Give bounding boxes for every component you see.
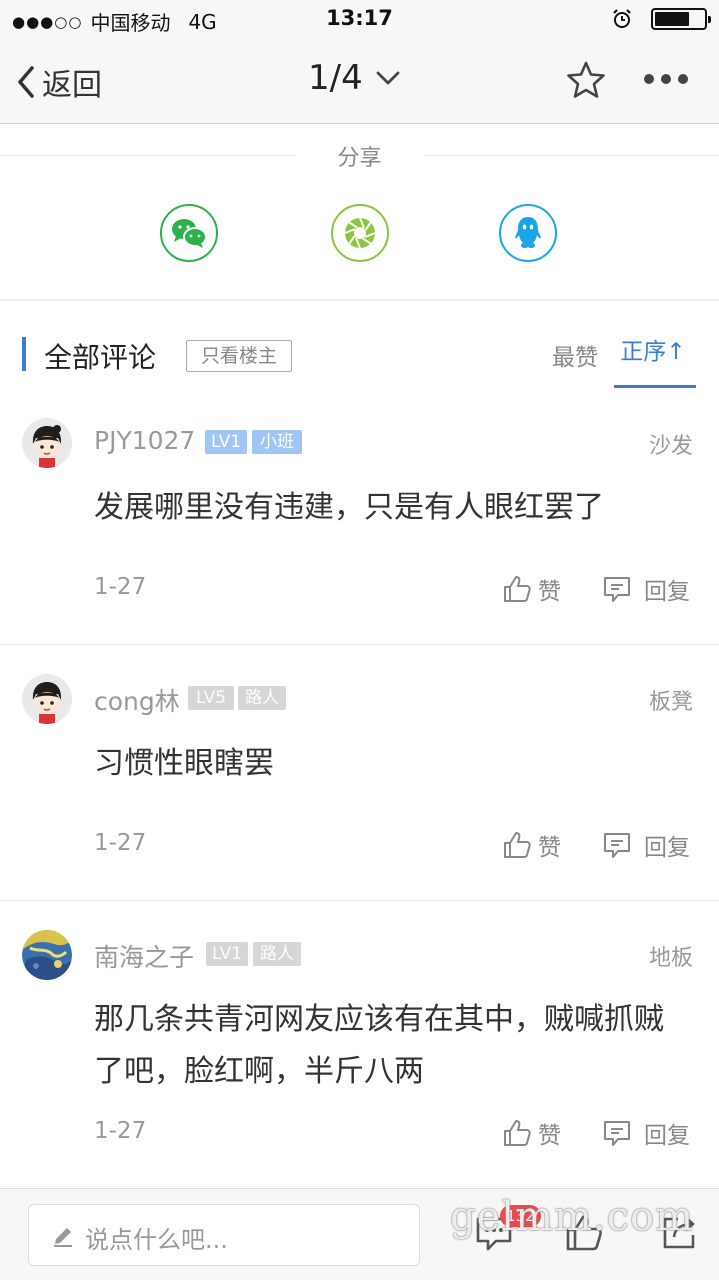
comment-bubble-icon — [604, 577, 630, 602]
battery-icon — [651, 8, 711, 30]
like-label: 赞 — [538, 1123, 561, 1149]
floor-label: 板凳 — [648, 690, 693, 715]
wechat-icon — [172, 219, 207, 248]
status-right — [611, 8, 711, 30]
rank-badge: 小班 — [252, 430, 302, 454]
floor-label: 沙发 — [648, 434, 693, 459]
watermark: gelmm.com — [450, 1194, 695, 1240]
rank-badge: 路人 — [253, 942, 301, 966]
like-button[interactable]: 赞 — [502, 572, 561, 606]
back-label: 返回 — [42, 68, 102, 103]
qq-icon — [515, 217, 541, 248]
reply-label: 回复 — [644, 579, 690, 605]
comment-text: 发展哪里没有违建，只是有人眼红罢了 — [94, 490, 604, 525]
chevron-down-icon — [376, 71, 400, 85]
like-label: 赞 — [538, 835, 561, 861]
reply-label: 回复 — [644, 835, 690, 861]
comment-date: 1-27 — [94, 1118, 147, 1144]
comments-title: 全部评论 — [44, 341, 157, 374]
section-accent-bar — [22, 337, 26, 371]
comment-date: 1-27 — [94, 574, 147, 600]
comment-username[interactable]: 南海之子 — [94, 938, 194, 974]
avatar-image — [22, 418, 72, 468]
comment-bubble-icon — [604, 1121, 630, 1146]
level-badge: LV1 — [206, 942, 248, 966]
share-title: 分享 — [337, 146, 382, 171]
avatar[interactable] — [22, 930, 72, 980]
avatar-image — [22, 674, 72, 724]
reply-label: 回复 — [644, 1123, 690, 1149]
reply-button[interactable]: 回复 — [602, 828, 690, 862]
like-button[interactable]: 赞 — [502, 828, 561, 862]
comment-input[interactable]: 说点什么吧... — [28, 1204, 420, 1266]
reply-button[interactable]: 回复 — [602, 572, 690, 606]
comment-bubble-icon — [604, 833, 630, 858]
share-qq-button[interactable] — [499, 204, 557, 262]
nav-bar: 返回 1/4 — [0, 40, 719, 124]
comment-username[interactable]: PJY1027 — [94, 426, 195, 455]
divider — [0, 900, 719, 901]
back-button[interactable]: 返回 — [14, 60, 102, 104]
chevron-left-icon — [18, 66, 34, 98]
divider — [424, 155, 719, 156]
like-button[interactable]: 赞 — [502, 1116, 561, 1150]
rank-badge: 路人 — [238, 686, 286, 710]
alarm-icon — [613, 9, 631, 28]
moments-icon — [344, 217, 376, 249]
comment-text: 那几条共青河网友应该有在其中，贼喊抓贼了吧，脸红啊，半斤八两 — [94, 1002, 664, 1089]
pencil-icon — [54, 1228, 72, 1247]
op-only-button[interactable]: 只看楼主 — [186, 340, 292, 372]
avatar-image — [22, 930, 72, 980]
comment-text: 习惯性眼瞎罢 — [94, 746, 274, 781]
share-wechat-button[interactable] — [160, 204, 218, 262]
status-bar: ●●●○○ 中国移动 4G 13:17 — [0, 0, 719, 40]
more-icon[interactable] — [643, 72, 689, 86]
sort-order-tab[interactable]: 正序↑ — [614, 336, 696, 388]
comment-username[interactable]: cong林 — [94, 682, 180, 718]
avatar[interactable] — [22, 674, 72, 724]
comment-input-placeholder: 说点什么吧... — [85, 1226, 228, 1254]
thumbs-up-icon — [504, 1120, 531, 1146]
section-divider — [0, 299, 719, 301]
page-indicator-label: 1/4 — [308, 58, 363, 98]
reply-button[interactable]: 回复 — [602, 1116, 690, 1150]
sort-hot-tab[interactable]: 最赞 — [552, 338, 598, 372]
avatar[interactable] — [22, 418, 72, 468]
page-indicator[interactable]: 1/4 — [308, 58, 401, 98]
thumbs-up-icon — [504, 832, 531, 858]
active-tab-underline — [614, 385, 696, 388]
level-badge: LV1 — [205, 430, 247, 454]
comment-date: 1-27 — [94, 830, 147, 856]
floor-label: 地板 — [648, 946, 693, 971]
share-moments-button[interactable] — [331, 204, 389, 262]
star-icon[interactable] — [566, 60, 606, 100]
divider — [0, 644, 719, 645]
level-badge: LV5 — [188, 686, 234, 710]
share-header: 分享 — [0, 140, 719, 171]
sort-order-label: 正序↑ — [620, 339, 686, 365]
thumbs-up-icon — [504, 576, 531, 602]
like-label: 赞 — [538, 579, 561, 605]
